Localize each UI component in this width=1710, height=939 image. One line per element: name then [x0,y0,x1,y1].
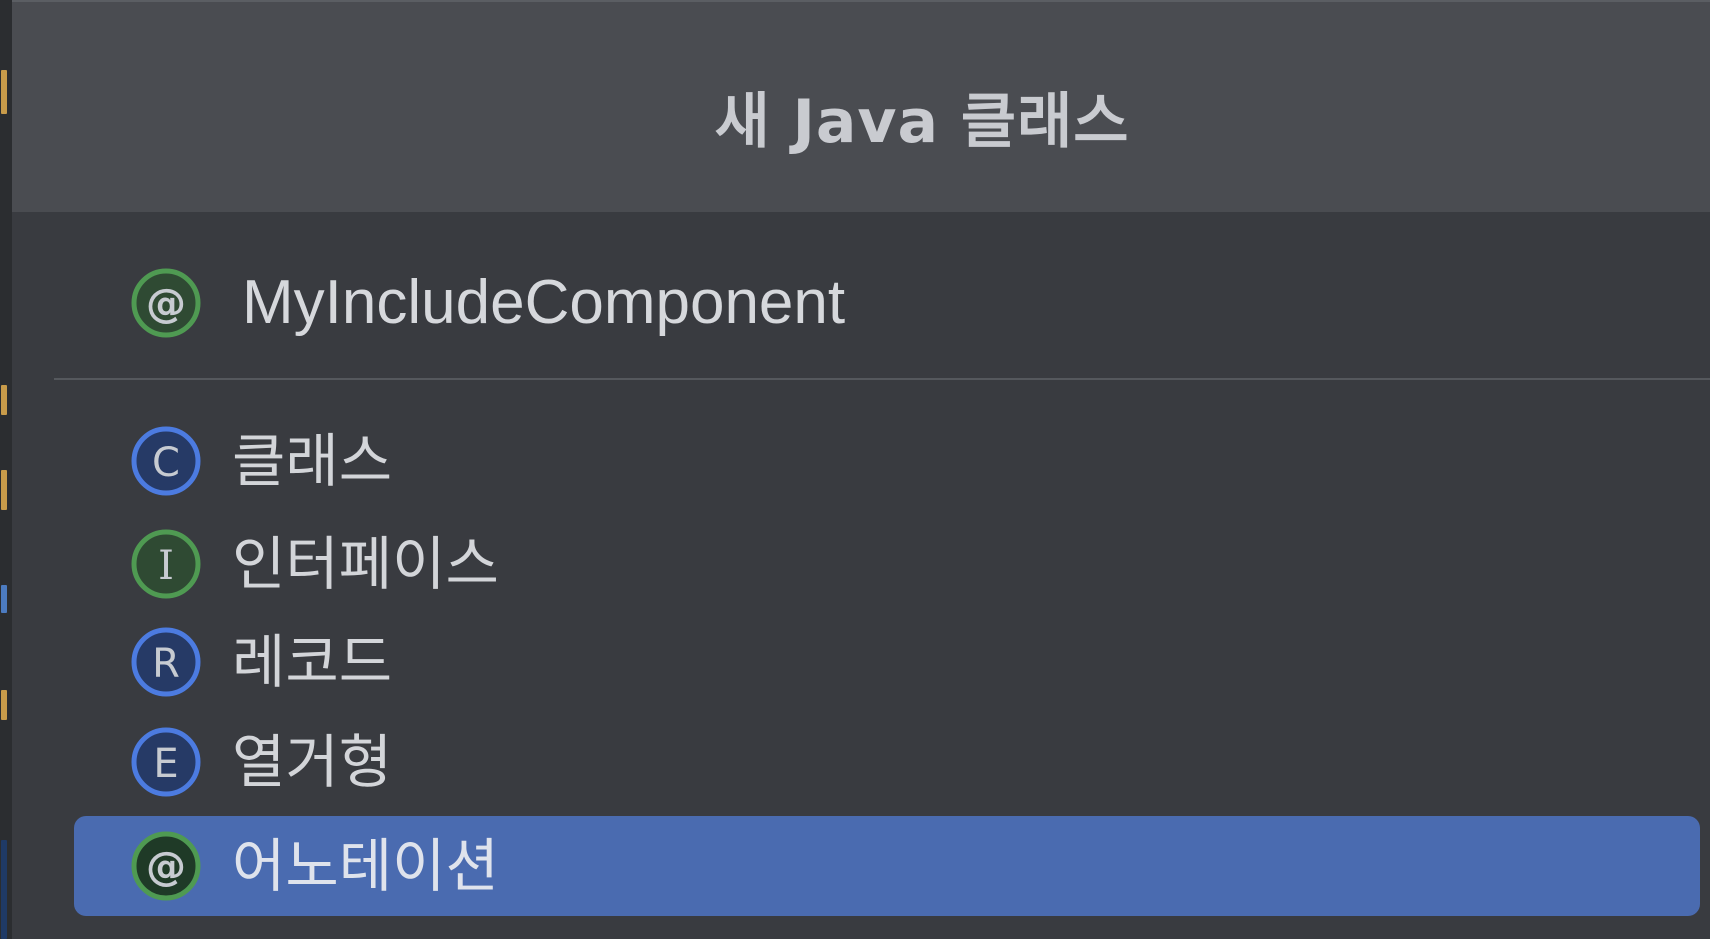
annotation-icon: @ [131,268,201,338]
svg-text:@: @ [146,844,186,890]
svg-text:I: I [158,543,174,589]
gutter-marker [1,70,7,114]
annotation-icon: @ [131,831,201,901]
gutter-marker [1,470,7,510]
kind-item-annotation[interactable]: @ 어노테이션 [74,816,1700,916]
svg-text:@: @ [146,281,186,327]
kind-item-class[interactable]: C 클래스 [74,412,1710,510]
popup-title: 새 Java 클래스 [714,87,1130,157]
new-java-class-popup: 새 Java 클래스 @ MyIncludeComponent C 클래스 I … [12,0,1710,939]
interface-icon: I [131,529,201,599]
gutter-marker [1,690,7,720]
kind-item-label: 인터페이스 [232,530,499,598]
enum-icon: E [131,727,201,797]
popup-header: 새 Java 클래스 [12,2,1710,212]
svg-text:E: E [153,741,178,787]
gutter-marker [1,385,7,415]
separator [54,378,1710,380]
kind-item-interface[interactable]: I 인터페이스 [74,515,1710,613]
kind-item-enum[interactable]: E 열거형 [74,713,1710,811]
kind-item-label: 레코드 [232,628,393,696]
gutter-marker [1,585,7,613]
kind-item-label: 열거형 [232,728,393,796]
kind-item-record[interactable]: R 레코드 [74,613,1710,711]
record-icon: R [131,627,201,697]
gutter-marker [1,840,7,939]
svg-text:C: C [152,440,180,486]
kind-item-label: 어노테이션 [232,832,499,900]
recent-item-myincludecomponent[interactable]: @ MyIncludeComponent [74,254,1710,352]
recent-item-label: MyIncludeComponent [242,268,846,337]
editor-gutter-edge [0,0,12,939]
kind-item-label: 클래스 [232,427,393,495]
class-icon: C [131,426,201,496]
svg-text:R: R [152,641,180,687]
